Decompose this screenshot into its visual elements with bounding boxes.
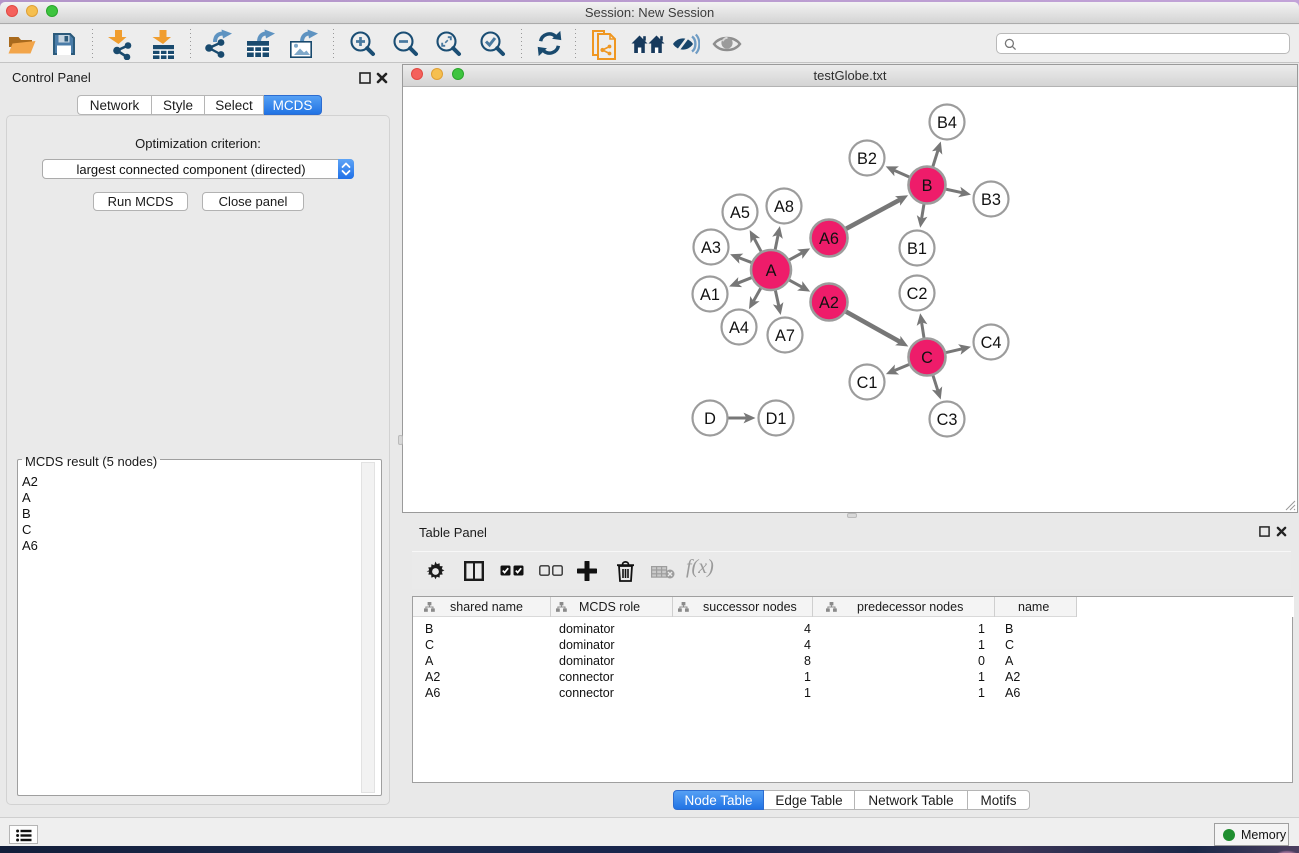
- svg-text:A1: A1: [700, 286, 720, 304]
- svg-text:A8: A8: [774, 198, 794, 216]
- svg-text:A4: A4: [729, 319, 749, 337]
- svg-text:D1: D1: [766, 410, 787, 428]
- svg-text:C1: C1: [857, 374, 878, 392]
- svg-text:A2: A2: [819, 294, 839, 312]
- svg-text:A7: A7: [775, 327, 795, 345]
- svg-text:B2: B2: [857, 150, 877, 168]
- svg-text:B: B: [922, 177, 933, 195]
- svg-text:C4: C4: [981, 334, 1002, 352]
- svg-text:B4: B4: [937, 114, 957, 132]
- svg-text:A5: A5: [730, 204, 750, 222]
- svg-text:C3: C3: [937, 411, 958, 429]
- svg-text:B3: B3: [981, 191, 1001, 209]
- svg-text:A6: A6: [819, 230, 839, 248]
- svg-text:A3: A3: [701, 239, 721, 257]
- svg-text:C2: C2: [907, 285, 928, 303]
- svg-text:C: C: [921, 349, 933, 367]
- svg-text:B1: B1: [907, 240, 927, 258]
- svg-text:D: D: [704, 410, 716, 428]
- svg-text:A: A: [766, 262, 777, 280]
